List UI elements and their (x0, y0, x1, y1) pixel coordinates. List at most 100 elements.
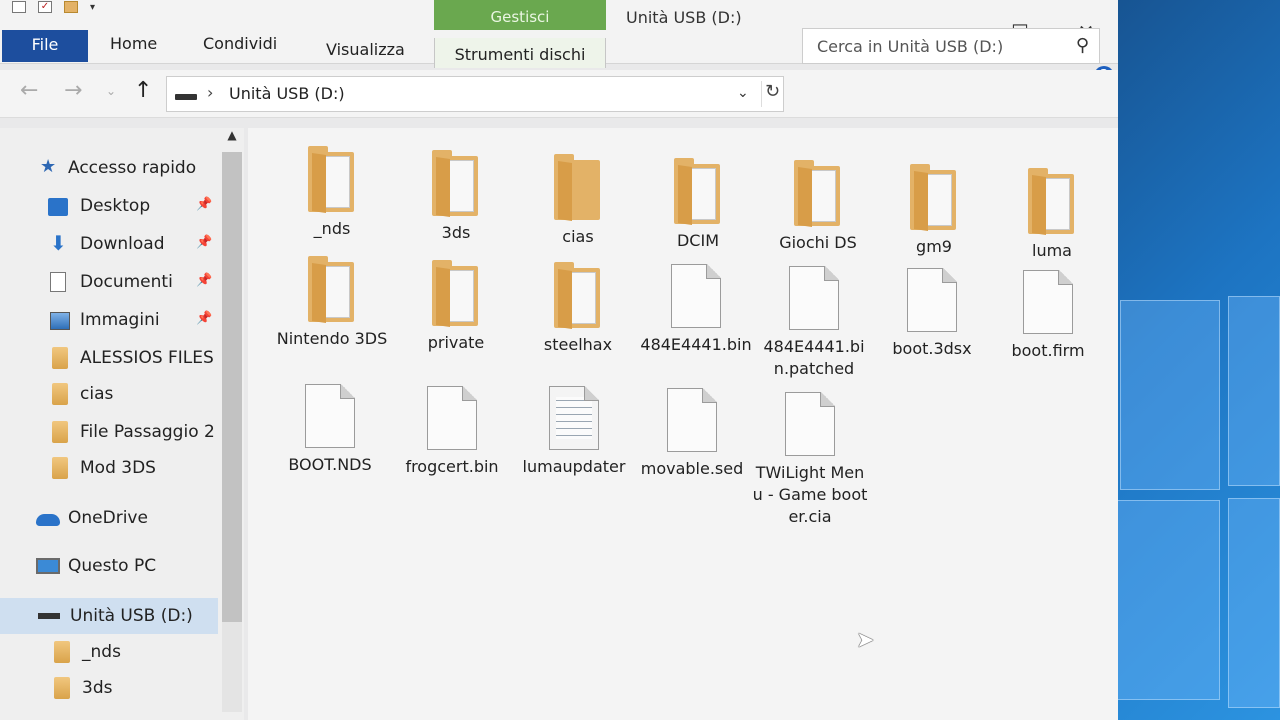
sidebar-item-label: cias (80, 384, 114, 404)
text-file-icon (549, 386, 599, 450)
refresh-icon[interactable]: ↻ (761, 81, 783, 107)
file-item[interactable]: TWiLight Menu - Game booter.cia (752, 392, 868, 528)
file-item[interactable]: boot.firm (990, 270, 1106, 362)
sidebar-item-quick-access[interactable]: ★ Accesso rapido (0, 152, 218, 184)
sidebar-item-download[interactable]: ⬇ Download 📌 (0, 228, 218, 260)
folder-icon (52, 421, 68, 443)
item-label: luma (1032, 241, 1072, 260)
search-input[interactable]: Cerca in Unità USB (D:) ⚲ (802, 28, 1100, 64)
desktop-light-pane (1116, 500, 1220, 700)
file-item[interactable]: movable.sed (634, 388, 750, 480)
folder-item[interactable]: steelhax (520, 262, 636, 356)
tab-share[interactable]: Condividi (203, 34, 277, 53)
folder-item[interactable]: gm9 (876, 164, 992, 258)
scroll-up-arrow-icon[interactable]: ▲ (222, 128, 242, 150)
checkmark-icon[interactable]: ✓ (38, 1, 52, 13)
folder-item[interactable]: 3ds (398, 150, 514, 244)
item-label: cias (562, 227, 594, 246)
file-icon (1023, 270, 1073, 334)
sidebar-item-desktop[interactable]: Desktop 📌 (0, 190, 218, 222)
recent-locations-chevron-icon[interactable]: ⌄ (106, 84, 116, 98)
back-arrow-icon[interactable]: ← (20, 78, 38, 103)
tab-view[interactable]: Visualizza (326, 40, 405, 59)
folder-icon (54, 677, 70, 699)
sidebar-item-3ds[interactable]: 3ds (0, 672, 218, 704)
sidebar-item-nds[interactable]: _nds (0, 636, 218, 668)
sidebar-item-label: OneDrive (68, 508, 148, 528)
sidebar-item-cias[interactable]: cias (0, 378, 218, 410)
item-label: DCIM (676, 231, 719, 250)
tab-home[interactable]: Home (110, 34, 157, 53)
sidebar-item-alessios-files[interactable]: ALESSIOS FILES (0, 342, 218, 374)
address-bar[interactable]: › Unità USB (D:) ⌄ ↻ (166, 76, 784, 112)
usb-drive-icon (38, 613, 60, 619)
item-label: boot.firm (1011, 341, 1085, 360)
item-label: 3ds (441, 223, 471, 242)
folder-icon (432, 260, 480, 327)
pin-icon[interactable]: 📌 (196, 273, 212, 288)
folder-item[interactable]: private (398, 260, 514, 354)
sidebar-item-label: Immagini (80, 310, 160, 330)
folder-item[interactable]: DCIM (640, 158, 756, 252)
sidebar-item-mod-3ds[interactable]: Mod 3DS (0, 452, 218, 484)
file-item[interactable]: frogcert.bin (394, 386, 510, 478)
navigation-pane: ▲ ★ Accesso rapido Desktop 📌 ⬇ Download … (0, 128, 244, 720)
file-item[interactable]: BOOT.NDS (272, 384, 388, 476)
file-item[interactable]: 484E4441.bin (638, 264, 754, 356)
pin-icon[interactable]: 📌 (196, 235, 212, 250)
chevron-down-icon[interactable]: ▾ (90, 2, 95, 13)
document-icon (50, 272, 66, 292)
search-icon[interactable]: ⚲ (1076, 35, 1089, 56)
properties-icon[interactable] (12, 1, 26, 13)
breadcrumb-separator-icon[interactable]: › (207, 83, 213, 102)
folder-item[interactable]: Nintendo 3DS (274, 256, 390, 350)
folder-item[interactable]: luma (994, 168, 1110, 262)
pin-icon[interactable]: 📌 (196, 197, 212, 212)
window-title: Unità USB (D:) (626, 8, 742, 27)
sidebar-item-label: Questo PC (68, 556, 157, 576)
tab-file[interactable]: File (2, 30, 88, 62)
item-label: lumaupdater (522, 457, 626, 476)
folder-icon (674, 158, 722, 225)
sidebar-item-documents[interactable]: Documenti 📌 (0, 266, 218, 298)
file-item[interactable]: lumaupdater (516, 386, 632, 478)
folder-icon (52, 457, 68, 479)
download-icon: ⬇ (50, 231, 67, 255)
forward-arrow-icon[interactable]: → (64, 78, 82, 103)
sidebar-item-label: File Passaggio 2 (80, 422, 215, 442)
up-arrow-icon[interactable]: ↑ (134, 78, 152, 103)
sidebar-item-usb-drive[interactable]: Unità USB (D:) (0, 598, 218, 634)
folder-icon (54, 641, 70, 663)
sidebar-item-this-pc[interactable]: Questo PC (0, 550, 218, 582)
file-explorer-window: ✓ ▾ Gestisci Unità USB (D:) — ☐ ✕ File H… (0, 0, 1118, 720)
item-label: Giochi DS (779, 233, 857, 252)
sidebar-item-label: Desktop (80, 196, 151, 216)
breadcrumb-current[interactable]: Unità USB (D:) (229, 84, 345, 103)
folder-icon (308, 256, 356, 323)
file-item[interactable]: 484E4441.bin.patched (756, 266, 872, 380)
folder-item[interactable]: _nds (274, 146, 390, 240)
sidebar-item-label: Accesso rapido (68, 158, 197, 178)
sidebar-item-pictures[interactable]: Immagini 📌 (0, 304, 218, 336)
folder-item[interactable]: Giochi DS (760, 160, 876, 254)
file-item[interactable]: boot.3dsx (874, 268, 990, 360)
pin-icon[interactable]: 📌 (196, 311, 212, 326)
new-folder-icon[interactable] (64, 1, 78, 13)
sidebar-item-onedrive[interactable]: OneDrive (0, 502, 218, 534)
item-label: _nds (313, 219, 351, 238)
desktop-icon (48, 198, 68, 216)
title-bar: ✓ ▾ Gestisci Unità USB (D:) — ☐ ✕ (0, 0, 1118, 44)
sidebar-item-label: Unità USB (D:) (70, 606, 193, 626)
sidebar-item-file-passaggio-2[interactable]: File Passaggio 2 (0, 416, 218, 448)
item-label: gm9 (916, 237, 952, 256)
file-icon (785, 392, 835, 456)
scrollbar-thumb[interactable] (222, 152, 242, 622)
folder-icon (52, 383, 68, 405)
folder-item[interactable]: cias (520, 154, 636, 248)
folder-icon (554, 262, 602, 329)
folder-icon (1028, 168, 1076, 235)
address-dropdown-chevron-icon[interactable]: ⌄ (737, 85, 749, 101)
tab-drive-tools[interactable]: Strumenti dischi (434, 38, 606, 68)
folder-icon (910, 164, 958, 231)
file-icon (305, 384, 355, 448)
